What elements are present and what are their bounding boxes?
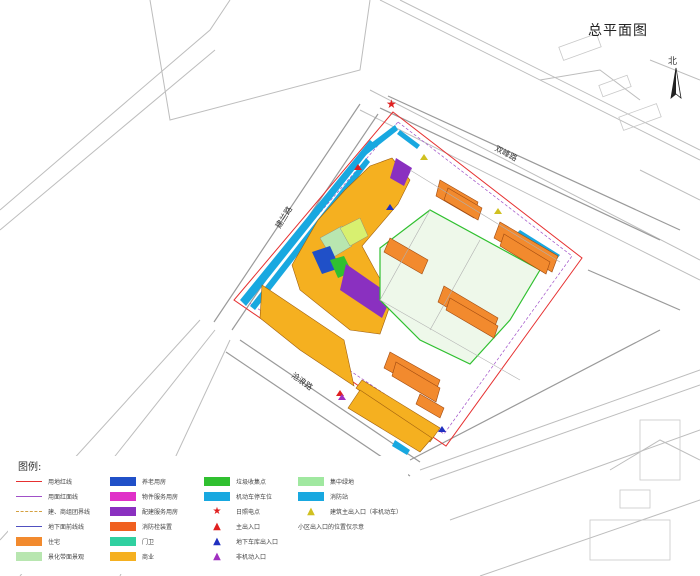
legend-swatch bbox=[110, 551, 136, 561]
legend-panel: 图例: 用地红线 用面红面线 建、商组团界线 地下面前线线 住宅 景化带面景观 养老用房 物件… bbox=[8, 456, 408, 574]
legend-item: ▲ 非机动入口 bbox=[204, 549, 292, 563]
legend-item: 消防栓装置 bbox=[110, 519, 198, 533]
legend-item: 垃圾收集点 bbox=[204, 474, 292, 488]
legend-swatch bbox=[110, 506, 136, 516]
legend-label: 用地红线 bbox=[48, 478, 73, 486]
legend-title: 图例: bbox=[18, 462, 42, 473]
legend-label: 用面红面线 bbox=[48, 493, 79, 501]
legend-label: 养老用房 bbox=[142, 478, 167, 486]
legend-item: ▲ 地下车库出入口 bbox=[204, 534, 292, 548]
legend-label: 门卫 bbox=[142, 538, 155, 546]
legend-swatch bbox=[110, 491, 136, 501]
legend-label: 地下车库出入口 bbox=[236, 538, 279, 546]
legend-swatch bbox=[298, 491, 324, 501]
legend-item: 消防站 bbox=[298, 489, 386, 503]
legend-item: 养老用房 bbox=[110, 474, 198, 488]
legend-label: 配建服务用房 bbox=[142, 508, 179, 516]
legend-marker-icon: ▲ bbox=[307, 505, 315, 517]
legend-item: 用地红线 bbox=[16, 474, 104, 488]
legend-label: 非机动入口 bbox=[236, 553, 267, 561]
building-entrance-icon bbox=[494, 208, 502, 214]
neighbor-buildings bbox=[558, 33, 681, 561]
legend-swatch bbox=[16, 551, 42, 561]
legend-swatch bbox=[204, 476, 230, 486]
sunlight-star-icon: ★ bbox=[386, 97, 397, 111]
legend-columns: 用地红线 用面红面线 建、商组团界线 地下面前线线 住宅 景化带面景观 养老用房 物件服务用房… bbox=[16, 474, 402, 564]
legend-line-swatch bbox=[16, 495, 42, 497]
legend-item: 商业 bbox=[110, 549, 198, 563]
legend-label: 住宅 bbox=[48, 538, 61, 546]
legend-item: 机动车停车位 bbox=[204, 489, 292, 503]
legend-swatch bbox=[110, 536, 136, 546]
legend-label: 商业 bbox=[142, 553, 155, 561]
legend-label: 小区出入口的位置仅示意 bbox=[298, 523, 365, 531]
legend-item: 景化带面景观 bbox=[16, 549, 104, 563]
legend-label: 消防站 bbox=[330, 493, 349, 501]
legend-marker-icon: ★ bbox=[212, 505, 222, 517]
legend-item: 住宅 bbox=[16, 534, 104, 548]
legend-item: ▲ 主出入口 bbox=[204, 519, 292, 533]
legend-label: 集中绿地 bbox=[330, 478, 355, 486]
legend-item: 小区出入口的位置仅示意 bbox=[298, 519, 386, 533]
legend-label: 日照电点 bbox=[236, 508, 261, 516]
legend-dashed-swatch bbox=[16, 510, 42, 512]
north-arrow-icon bbox=[670, 67, 682, 99]
legend-label: 景化带面景观 bbox=[48, 553, 85, 561]
legend-item: 物件服务用房 bbox=[110, 489, 198, 503]
legend-swatch bbox=[298, 476, 324, 486]
legend-item: 建、商组团界线 bbox=[16, 504, 104, 518]
legend-label: 垃圾收集点 bbox=[236, 478, 267, 486]
legend-marker-icon: ▲ bbox=[213, 520, 221, 532]
legend-label: 地下面前线线 bbox=[48, 523, 85, 531]
legend-swatch bbox=[16, 536, 42, 546]
legend-item: 配建服务用房 bbox=[110, 504, 198, 518]
legend-column-3: 集中绿地消防站 ▲ 建筑主出入口（非机动车） 小区出入口的位置仅示意 bbox=[298, 474, 402, 564]
legend-marker-icon: ▲ bbox=[213, 550, 221, 562]
legend-column-0: 用地红线用面红面线建、商组团界线 地下面前线线 住宅景化带面景观 bbox=[16, 474, 104, 564]
legend-label: 物件服务用房 bbox=[142, 493, 179, 501]
drawing-title: 总平面图 bbox=[588, 23, 648, 39]
legend-label: 消防栓装置 bbox=[142, 523, 173, 531]
legend-item: ▲ 建筑主出入口（非机动车） bbox=[298, 504, 402, 518]
legend-label: 建、商组团界线 bbox=[48, 508, 91, 516]
legend-item: 门卫 bbox=[110, 534, 198, 548]
legend-label: 建筑主出入口（非机动车） bbox=[330, 508, 403, 516]
legend-item: 集中绿地 bbox=[298, 474, 386, 488]
legend-line-swatch bbox=[16, 525, 42, 527]
legend-item: 地下面前线线 bbox=[16, 519, 104, 533]
legend-label: 主出入口 bbox=[236, 523, 261, 531]
legend-swatch bbox=[110, 476, 136, 486]
main-entrance-icon bbox=[336, 390, 344, 396]
legend-marker-icon: ▲ bbox=[213, 535, 221, 547]
legend-column-1: 养老用房物件服务用房 配建服务用房 消防栓装置门卫商业 bbox=[110, 474, 198, 564]
legend-item: ★ 日照电点 bbox=[204, 504, 292, 518]
legend-column-2: 垃圾收集点机动车停车位 ★ 日照电点 ▲ 主出入口 ▲ 地下车库出入口 ▲ 非机动入口 bbox=[204, 474, 292, 564]
building-entrance-icon bbox=[420, 154, 428, 160]
legend-swatch bbox=[204, 491, 230, 501]
legend-label: 机动车停车位 bbox=[236, 493, 273, 501]
legend-item: 用面红面线 bbox=[16, 489, 104, 503]
north-label: 北 bbox=[668, 57, 678, 67]
legend-swatch bbox=[110, 521, 136, 531]
legend-line-swatch bbox=[16, 480, 42, 482]
